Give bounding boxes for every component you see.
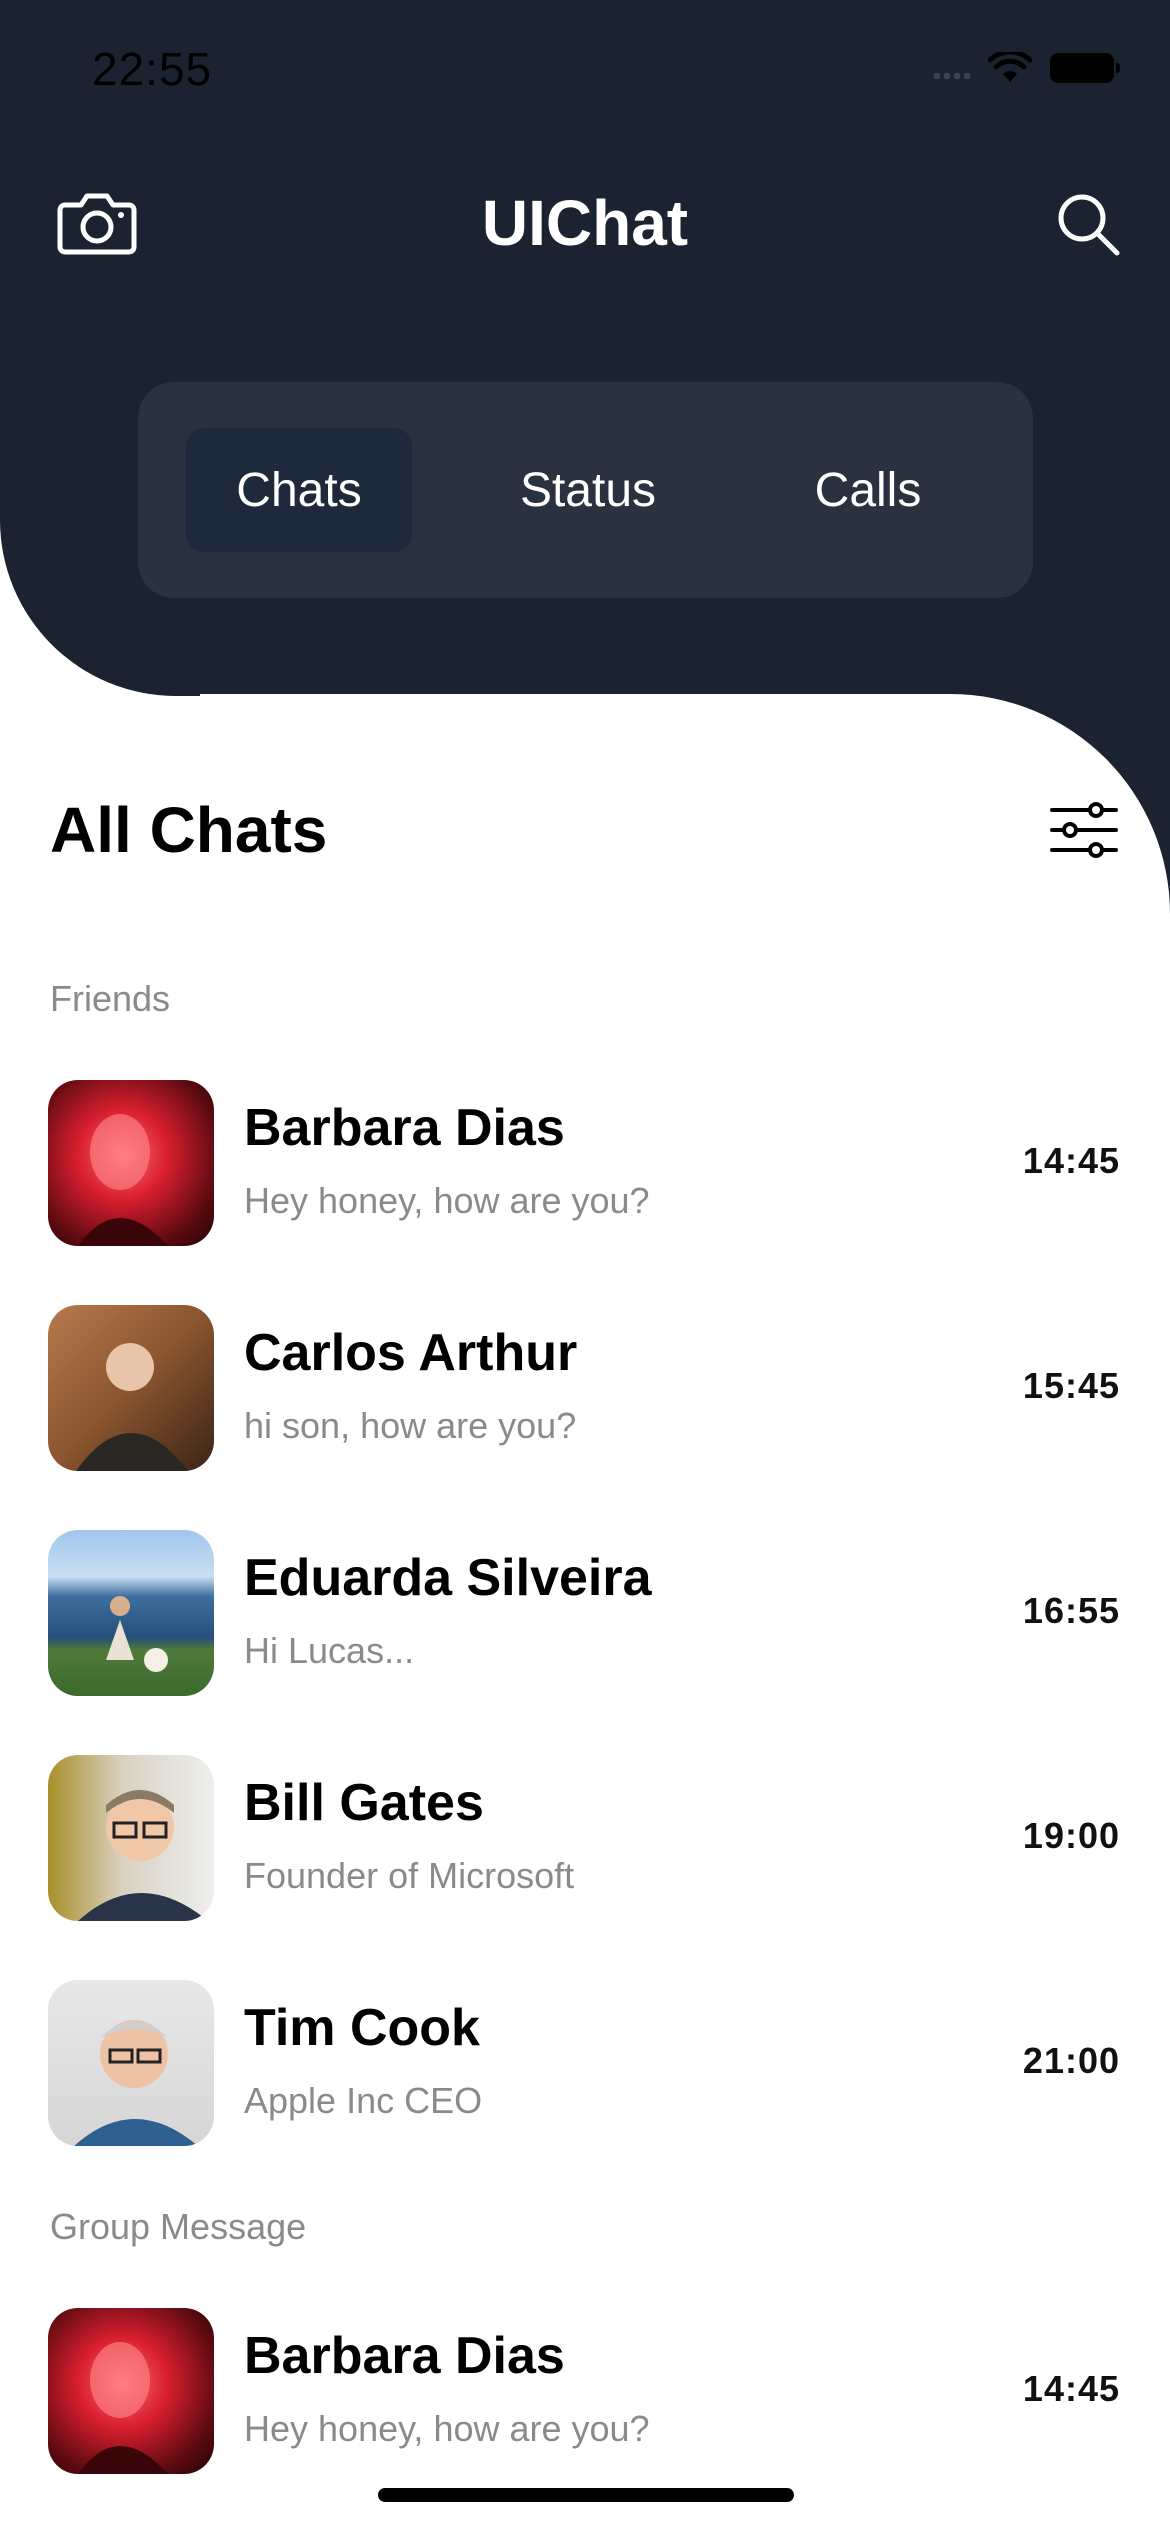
chat-row-barbara-dias[interactable]: Barbara Dias Hey honey, how are you? 14:… [0, 1078, 1170, 1248]
chat-time: 21:00 [1022, 2040, 1120, 2081]
filter-button[interactable] [1048, 794, 1120, 866]
chat-preview: Apple Inc CEO [244, 2080, 483, 2121]
tab-status[interactable]: Status [478, 428, 698, 552]
tab-switcher: Chats Status Calls [138, 382, 1033, 598]
search-icon [1058, 194, 1120, 256]
cellular-signal-icon [934, 57, 970, 79]
chat-name: Tim Cook [244, 1999, 480, 2057]
chat-row-carlos-arthur[interactable]: Carlos Arthur hi son, how are you? 15:45 [0, 1303, 1170, 1473]
chat-row-barbara-dias-group[interactable]: Barbara Dias Hey honey, how are you? 14:… [0, 2306, 1170, 2476]
chat-preview: Hey honey, how are you? [244, 2408, 650, 2449]
chat-name: Barbara Dias [244, 1099, 565, 1157]
tab-chats[interactable]: Chats [186, 428, 412, 552]
tab-calls[interactable]: Calls [758, 428, 978, 552]
chat-preview: Hi Lucas... [244, 1630, 415, 1671]
chat-time: 14:45 [1022, 2368, 1120, 2409]
chat-row-tim-cook[interactable]: Tim Cook Apple Inc CEO 21:00 [0, 1978, 1170, 2148]
avatar [48, 1980, 214, 2146]
sliders-icon [1050, 802, 1118, 858]
chat-name: Barbara Dias [244, 2327, 565, 2385]
chat-time: 14:45 [1022, 1140, 1120, 1181]
chat-name: Bill Gates [244, 1774, 484, 1832]
avatar [48, 1530, 214, 1696]
avatar [48, 1080, 214, 1246]
chat-row-eduarda-silveira[interactable]: Eduarda Silveira Hi Lucas... 16:55 [0, 1528, 1170, 1698]
search-button[interactable] [1050, 186, 1126, 262]
battery-icon [1050, 53, 1120, 83]
avatar [48, 1305, 214, 1471]
chat-time: 16:55 [1022, 1590, 1120, 1631]
avatar [48, 2308, 214, 2474]
chat-row-bill-gates[interactable]: Bill Gates Founder of Microsoft 19:00 [0, 1753, 1170, 1923]
chat-preview: Hey honey, how are you? [244, 1180, 650, 1221]
status-time: 22:55 [92, 43, 213, 95]
group-label-group-message: Group Message [50, 2206, 307, 2247]
app-title: UIChat [481, 187, 689, 259]
group-label-friends: Friends [50, 978, 171, 1019]
section-title: All Chats [50, 794, 328, 866]
chat-preview: hi son, how are you? [244, 1405, 577, 1446]
status-bar: 22:55 [0, 0, 1170, 140]
chat-name: Carlos Arthur [244, 1324, 578, 1382]
home-indicator[interactable] [378, 2488, 794, 2502]
chat-name: Eduarda Silveira [244, 1549, 652, 1607]
status-icons [934, 52, 1120, 84]
avatar [48, 1755, 214, 1921]
chat-time: 15:45 [1022, 1365, 1120, 1406]
wifi-icon [988, 52, 1032, 82]
chat-time: 19:00 [1022, 1815, 1120, 1856]
chat-preview: Founder of Microsoft [244, 1855, 575, 1896]
